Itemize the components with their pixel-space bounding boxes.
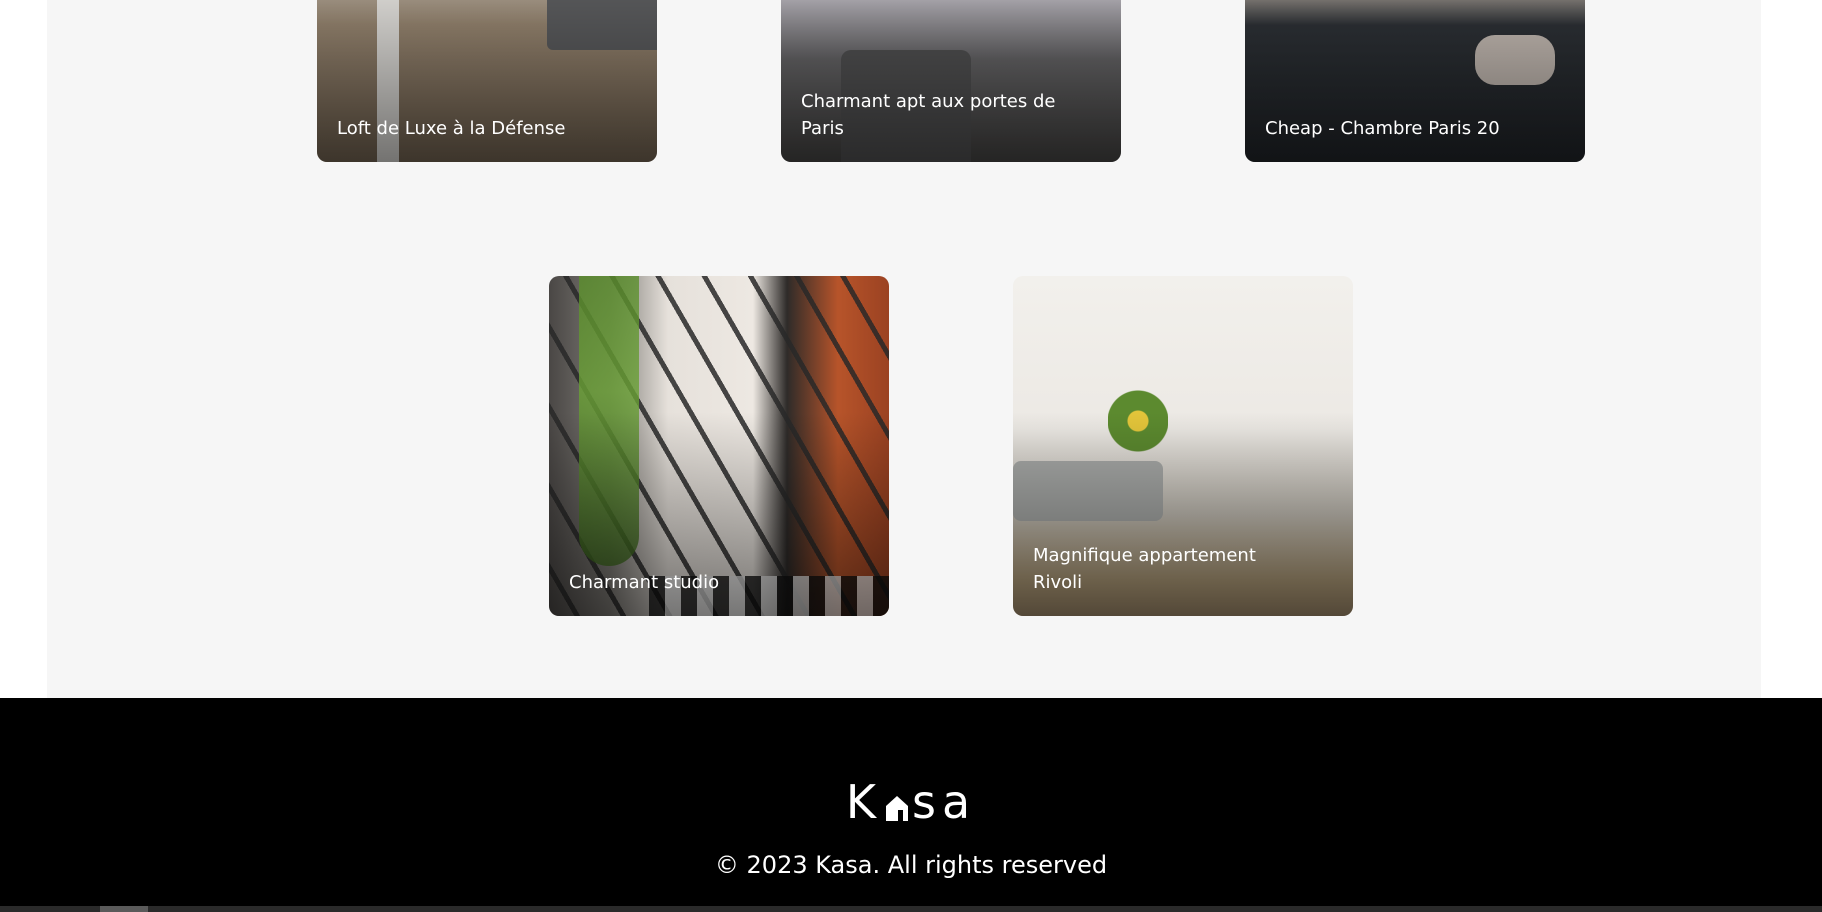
copyright-text: © 2023 Kasa. All rights reserved bbox=[714, 851, 1108, 879]
listing-card[interactable]: Loft de Luxe à la Défense bbox=[317, 0, 657, 162]
listing-title: Charmant studio bbox=[569, 572, 720, 593]
listing-card[interactable]: Charmant apt aux portes de Paris bbox=[781, 0, 1121, 162]
logo-letters-sa: sa bbox=[912, 775, 977, 829]
site-footer: K sa © 2023 Kasa. All rights reserved bbox=[0, 698, 1822, 912]
listing-title: Magnifique appartement Rivoli bbox=[1033, 545, 1256, 593]
horizontal-scrollbar[interactable] bbox=[0, 906, 1822, 912]
listing-card[interactable]: Charmant studio bbox=[549, 276, 889, 616]
listing-card[interactable]: Cheap - Chambre Paris 20 bbox=[1245, 0, 1585, 162]
house-icon bbox=[886, 796, 908, 821]
listing-title: Loft de Luxe à la Défense bbox=[337, 118, 566, 139]
logo-letter-k: K bbox=[845, 775, 882, 829]
listing-title: Charmant apt aux portes de Paris bbox=[801, 91, 1056, 139]
footer-logo: K sa bbox=[0, 778, 1822, 826]
card-overlay bbox=[549, 276, 889, 616]
listing-card[interactable]: Magnifique appartement Rivoli bbox=[1013, 276, 1353, 616]
gallery: Loft de Luxe à la Défense Charmant apt a… bbox=[47, 0, 1761, 698]
listing-title: Cheap - Chambre Paris 20 bbox=[1265, 118, 1500, 139]
scrollbar-thumb[interactable] bbox=[100, 906, 148, 912]
